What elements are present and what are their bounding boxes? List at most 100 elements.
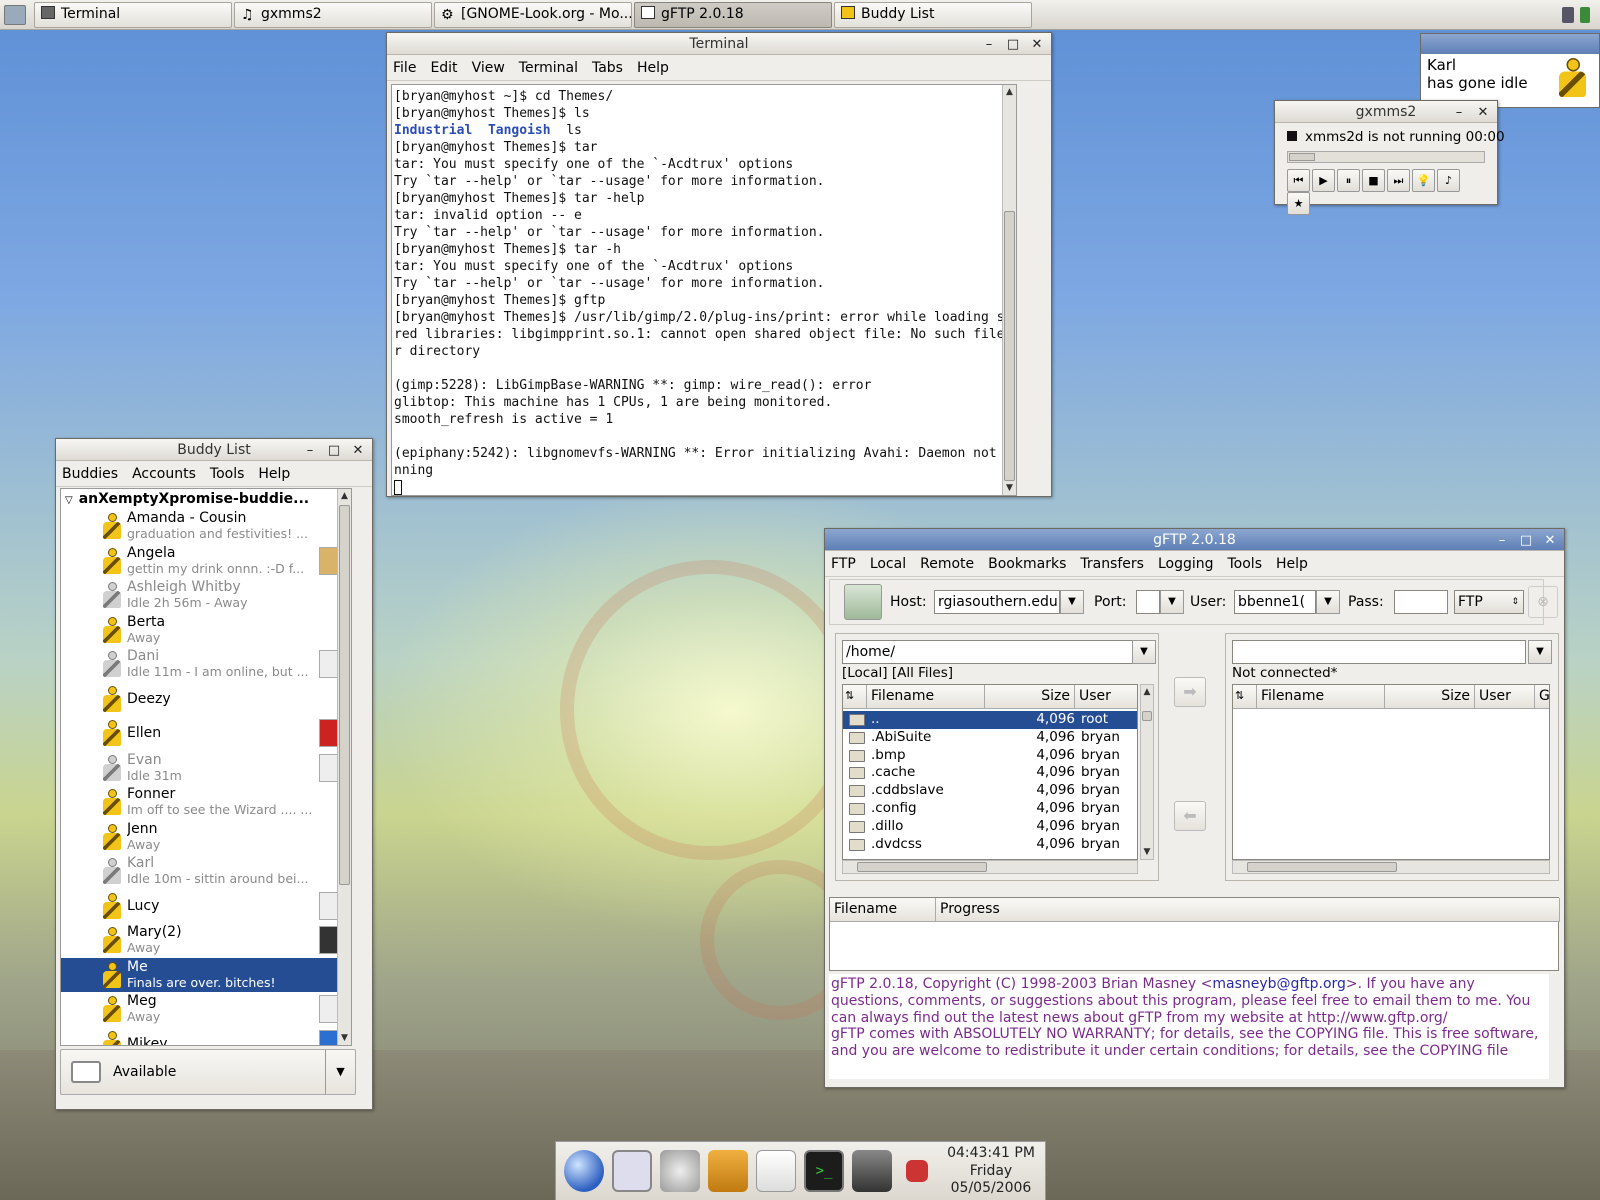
menu-transfers[interactable]: Transfers xyxy=(1080,556,1144,572)
taskbar-gftp[interactable]: gFTP 2.0.18 xyxy=(634,2,832,28)
remote-hscroll[interactable] xyxy=(1232,860,1550,874)
logout-icon[interactable] xyxy=(906,1160,928,1182)
upload-arrow-icon[interactable]: ➡ xyxy=(1174,677,1206,707)
clock[interactable]: 04:43:41 PM Friday 05/05/2006 xyxy=(941,1145,1041,1198)
tray-icon[interactable] xyxy=(1562,7,1574,23)
sort-icon[interactable]: ⇅ xyxy=(1233,685,1257,709)
buddy-row[interactable]: Ashleigh Whitby Idle 2h 56m - Away xyxy=(61,578,351,613)
web-browser-icon[interactable] xyxy=(564,1150,604,1192)
camera-icon[interactable] xyxy=(852,1150,892,1192)
previous-icon[interactable]: ⏮ xyxy=(1287,169,1310,192)
menu-tabs[interactable]: Tabs xyxy=(592,60,623,76)
taskbar-buddy-list[interactable]: Buddy List xyxy=(834,2,1032,28)
buddy-row[interactable]: Mikey xyxy=(61,1027,351,1045)
file-row[interactable]: .dillo 4,096 bryan xyxy=(843,818,1137,836)
col-transfer-progress[interactable]: Progress xyxy=(936,898,1560,922)
buddy-row[interactable]: Angela gettin my drink onnn. :-D f... xyxy=(61,544,351,579)
col-filename[interactable]: Filename xyxy=(1257,685,1385,709)
menu-view[interactable]: View xyxy=(472,60,505,76)
remote-path-input[interactable] xyxy=(1232,640,1526,664)
connect-icon[interactable] xyxy=(844,584,882,620)
file-row[interactable]: .. 4,096 root xyxy=(843,711,1137,729)
buddy-row[interactable]: Berta Away xyxy=(61,613,351,648)
favorite-icon[interactable]: ★ xyxy=(1287,192,1310,215)
menu-file[interactable]: File xyxy=(393,60,416,76)
host-input[interactable]: rgiasouthern.edu xyxy=(934,590,1060,614)
text-editor-icon[interactable] xyxy=(756,1150,796,1192)
menu-ftp[interactable]: FTP xyxy=(831,556,856,572)
gxmms2-titlebar[interactable]: gxmms2 – ✕ xyxy=(1275,101,1497,123)
menu-bookmarks[interactable]: Bookmarks xyxy=(988,556,1066,572)
port-input[interactable] xyxy=(1136,590,1160,614)
menu-accounts[interactable]: Accounts xyxy=(132,466,196,482)
file-row[interactable]: .bmp 4,096 bryan xyxy=(843,747,1137,765)
menu-buddies[interactable]: Buddies xyxy=(62,466,118,482)
local-vscroll[interactable]: ▲ ▼ xyxy=(1140,684,1154,860)
close-icon[interactable]: ✕ xyxy=(1473,103,1493,123)
buddy-row[interactable]: Deezy xyxy=(61,682,351,717)
file-row[interactable]: .config 4,096 bryan xyxy=(843,800,1137,818)
file-row[interactable]: .dvdcss 4,096 bryan xyxy=(843,836,1137,854)
buddy-row[interactable]: Meg Away xyxy=(61,992,351,1027)
col-filename[interactable]: Filename xyxy=(867,685,985,709)
local-hscroll[interactable] xyxy=(842,860,1138,874)
file-row[interactable]: .cache 4,096 bryan xyxy=(843,764,1137,782)
menu-tools[interactable]: Tools xyxy=(1228,556,1263,572)
buddy-row[interactable]: Lucy xyxy=(61,889,351,924)
download-arrow-icon[interactable]: ⬅ xyxy=(1174,801,1206,831)
buddy-row[interactable]: Jenn Away xyxy=(61,820,351,855)
file-row[interactable]: .cddbslave 4,096 bryan xyxy=(843,782,1137,800)
minimize-icon[interactable]: – xyxy=(300,441,320,461)
minimize-icon[interactable]: – xyxy=(1449,103,1469,123)
close-icon[interactable]: ✕ xyxy=(1027,35,1047,55)
info-icon[interactable]: 💡 xyxy=(1412,169,1435,192)
next-icon[interactable]: ⏭ xyxy=(1387,169,1410,192)
main-menu-icon[interactable] xyxy=(4,5,26,25)
buddy-row[interactable]: Mary(2) Away xyxy=(61,923,351,958)
menu-help[interactable]: Help xyxy=(1276,556,1308,572)
expander-triangle-icon[interactable]: ▽ xyxy=(65,495,73,506)
menu-terminal[interactable]: Terminal xyxy=(519,60,578,76)
stop-icon[interactable]: ■ xyxy=(1362,169,1385,192)
menu-help[interactable]: Help xyxy=(637,60,669,76)
menu-tools[interactable]: Tools xyxy=(210,466,245,482)
taskbar-browser[interactable]: ⚙ [GNOME-Look.org - Mo... xyxy=(434,2,632,28)
maximize-icon[interactable]: □ xyxy=(1516,531,1536,551)
buddy-row[interactable]: Karl Idle 10m - sittin around bei... xyxy=(61,854,351,889)
email-link[interactable]: masneyb@gftp.org xyxy=(1212,976,1346,992)
play-icon[interactable]: ▶ xyxy=(1312,169,1335,192)
col-transfer-filename[interactable]: Filename xyxy=(830,898,936,922)
terminal-output[interactable]: [bryan@myhost ~]$ cd Themes/ [bryan@myhos… xyxy=(391,84,1017,496)
idle-notification[interactable]: Karl has gone idle xyxy=(1420,33,1600,108)
chat-icon[interactable] xyxy=(612,1150,652,1192)
buddy-row[interactable]: Me Finals are over. bitches! xyxy=(61,957,351,992)
buddy-group-header[interactable]: ▽ anXemptyXpromise-buddie... xyxy=(61,489,351,509)
close-icon[interactable]: ✕ xyxy=(1540,531,1560,551)
menu-remote[interactable]: Remote xyxy=(920,556,974,572)
buddy-row[interactable]: Dani Idle 11m - I am online, but ... xyxy=(61,647,351,682)
buddy-row[interactable]: Amanda - Cousin graduation and festivitie… xyxy=(61,509,351,544)
minimize-icon[interactable]: – xyxy=(979,35,999,55)
buddy-row[interactable]: Ellen xyxy=(61,716,351,751)
gftp-titlebar[interactable]: gFTP 2.0.18 – □ ✕ xyxy=(825,529,1564,551)
maximize-icon[interactable]: □ xyxy=(1003,35,1023,55)
file-row[interactable]: .AbiSuite 4,096 bryan xyxy=(843,729,1137,747)
local-path-input[interactable]: /home/ xyxy=(842,640,1134,664)
col-size[interactable]: Size xyxy=(1385,685,1475,709)
user-dropdown[interactable]: ▼ xyxy=(1316,590,1340,614)
col-size[interactable]: Size xyxy=(985,685,1075,709)
maximize-icon[interactable]: □ xyxy=(324,441,344,461)
terminal-titlebar[interactable]: Terminal – □ ✕ xyxy=(387,33,1051,55)
host-dropdown[interactable]: ▼ xyxy=(1060,590,1084,614)
close-icon[interactable]: ✕ xyxy=(348,441,368,461)
col-user[interactable]: User xyxy=(1475,685,1535,709)
remote-path-dropdown[interactable]: ▼ xyxy=(1528,640,1552,664)
col-group[interactable]: G xyxy=(1535,685,1549,709)
menu-edit[interactable]: Edit xyxy=(430,60,457,76)
buddy-row[interactable]: Fonner Im off to see the Wizard .... ... xyxy=(61,785,351,820)
status-selector[interactable]: Available ▼ xyxy=(60,1049,356,1095)
port-dropdown[interactable]: ▼ xyxy=(1160,590,1184,614)
stop-icon[interactable]: ⊗ xyxy=(1528,586,1558,618)
local-path-dropdown[interactable]: ▼ xyxy=(1132,640,1156,664)
password-input[interactable] xyxy=(1394,590,1448,614)
